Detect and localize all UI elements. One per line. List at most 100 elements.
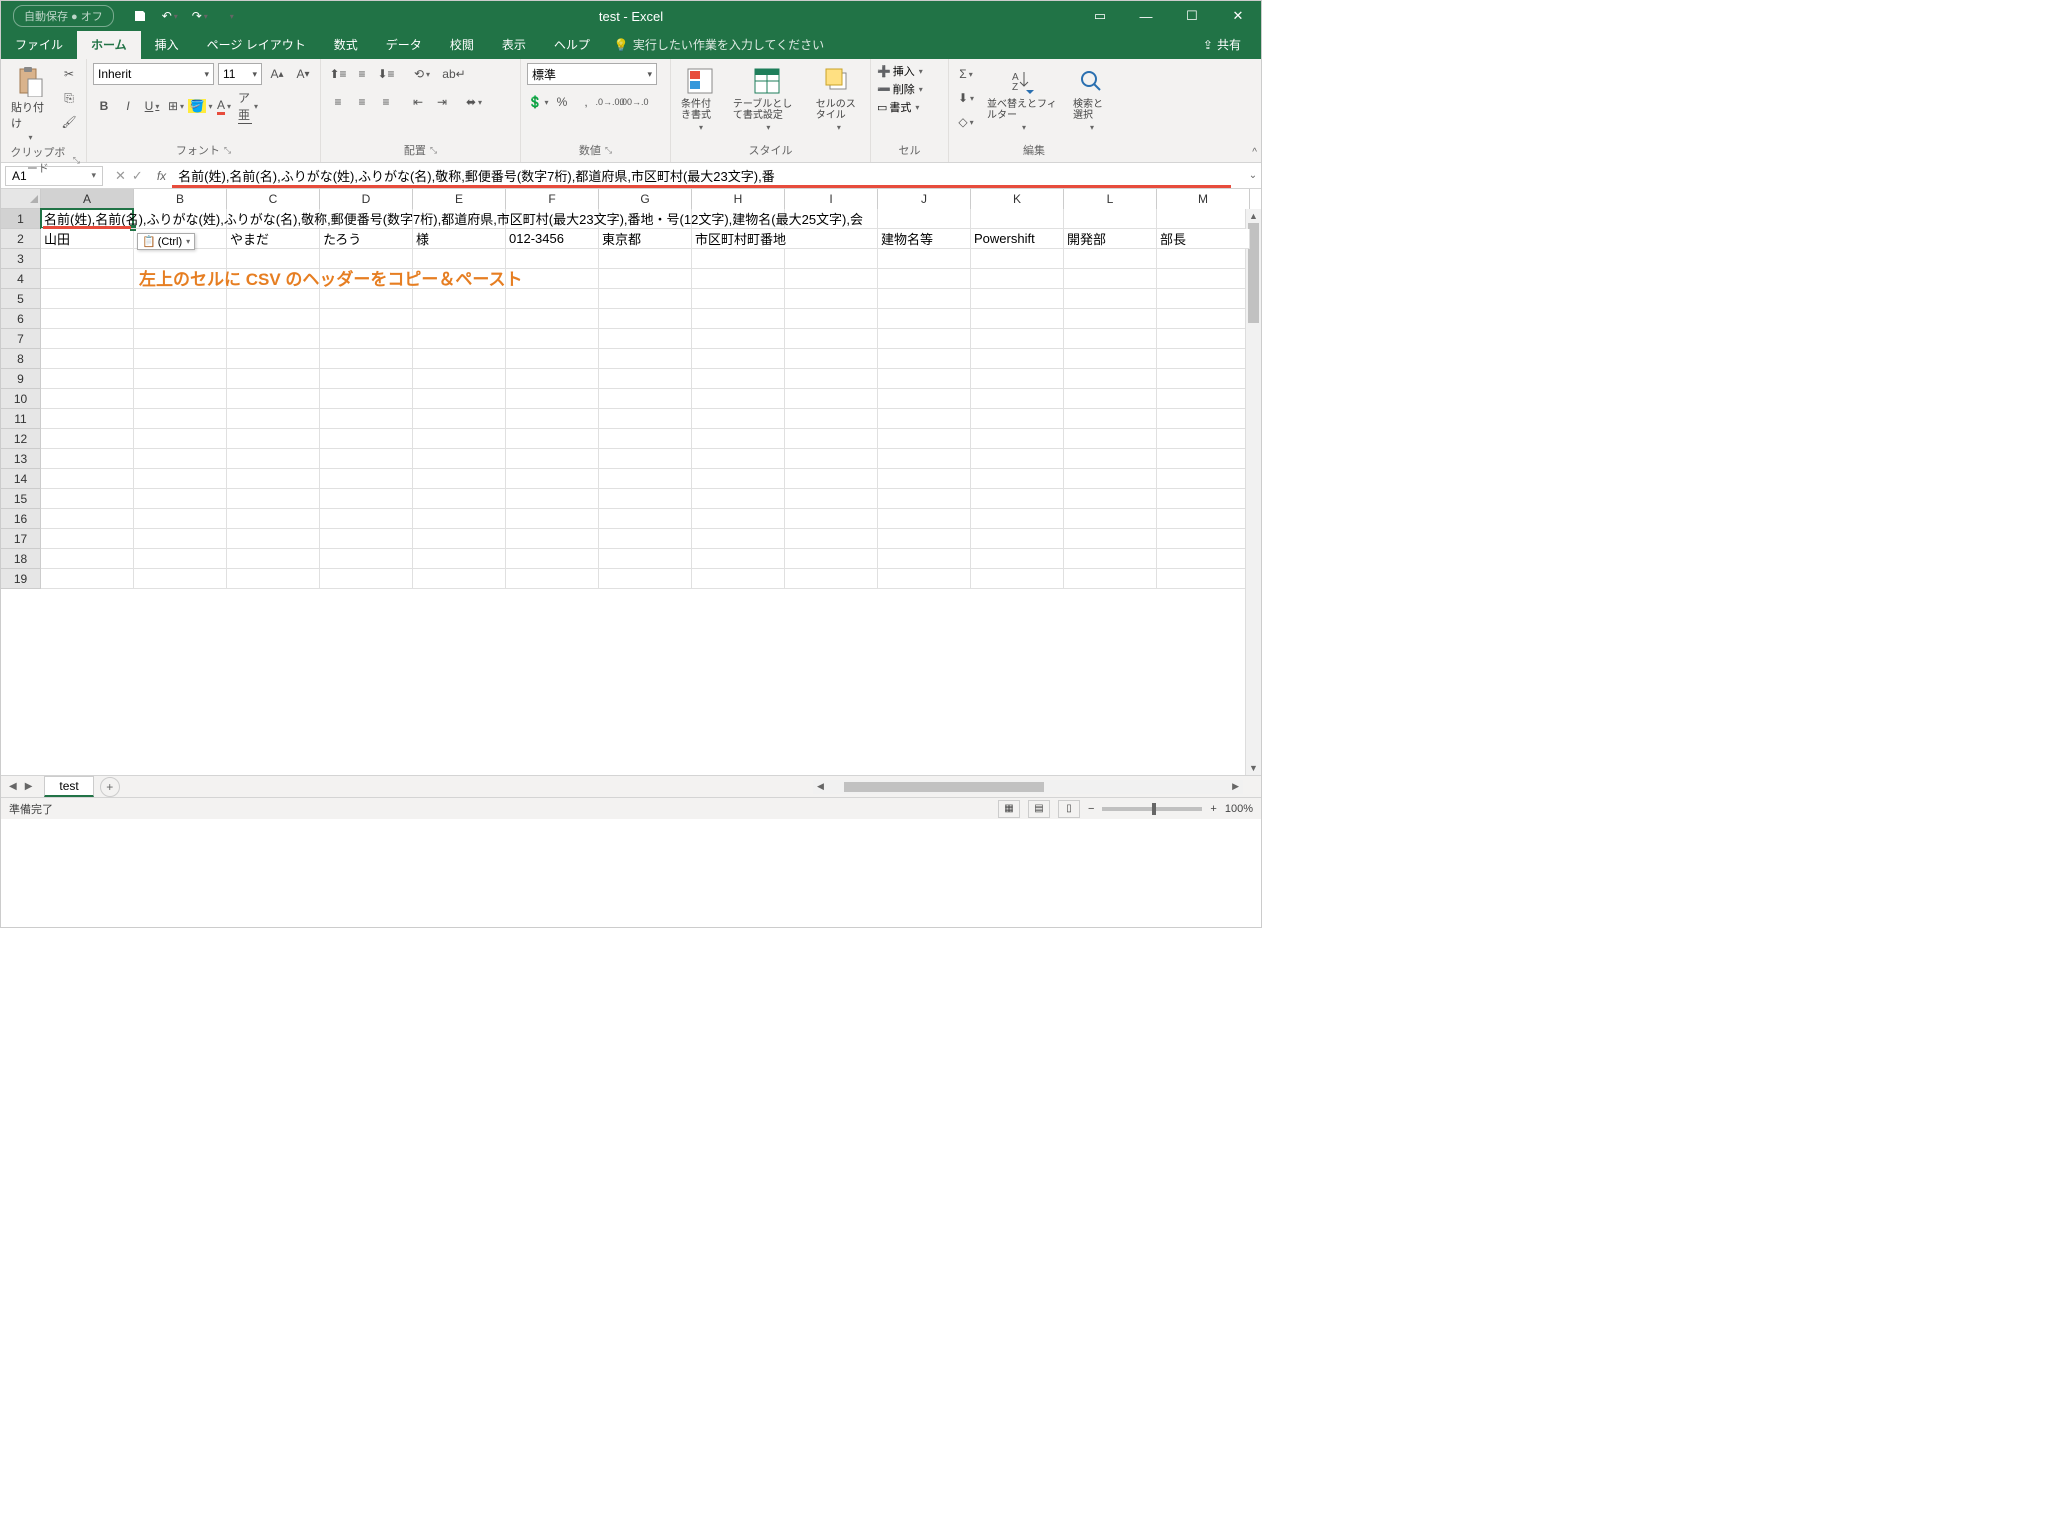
cell[interactable] <box>878 249 971 269</box>
cell[interactable] <box>1064 429 1157 449</box>
column-header-A[interactable]: A <box>41 189 134 209</box>
column-header-B[interactable]: B <box>134 189 227 209</box>
decrease-indent-icon[interactable]: ⇤ <box>407 91 429 113</box>
zoom-out-icon[interactable]: − <box>1088 803 1094 815</box>
column-header-J[interactable]: J <box>878 189 971 209</box>
cell[interactable] <box>134 509 227 529</box>
cell[interactable] <box>692 269 785 289</box>
normal-view-icon[interactable]: ▦ <box>998 800 1020 818</box>
cell[interactable] <box>1157 329 1250 349</box>
cell[interactable] <box>971 249 1064 269</box>
phonetic-guide-button[interactable]: ア亜▾ <box>237 95 259 117</box>
cell[interactable] <box>692 449 785 469</box>
insert-function-icon[interactable]: fx <box>157 169 166 183</box>
ribbon-display-icon[interactable]: ▭ <box>1077 1 1123 31</box>
cell-C2[interactable]: やまだ <box>227 229 320 249</box>
cell[interactable] <box>878 469 971 489</box>
cell[interactable] <box>227 369 320 389</box>
increase-indent-icon[interactable]: ⇥ <box>431 91 453 113</box>
undo-icon[interactable]: ↶▾ <box>162 8 178 24</box>
cell[interactable] <box>971 529 1064 549</box>
cell[interactable] <box>413 549 506 569</box>
cell[interactable] <box>134 289 227 309</box>
cell[interactable] <box>41 309 134 329</box>
cell[interactable] <box>971 409 1064 429</box>
cell[interactable] <box>320 289 413 309</box>
cell[interactable] <box>692 569 785 589</box>
tab-review[interactable]: 校閲 <box>436 30 488 59</box>
maximize-icon[interactable]: ☐ <box>1169 1 1215 31</box>
align-bottom-icon[interactable]: ⬇≡ <box>375 63 397 85</box>
cell[interactable] <box>41 349 134 369</box>
save-icon[interactable] <box>132 8 148 24</box>
cell[interactable] <box>785 289 878 309</box>
cell[interactable] <box>599 489 692 509</box>
cell[interactable] <box>878 409 971 429</box>
cell[interactable] <box>1064 549 1157 569</box>
cell[interactable] <box>320 469 413 489</box>
find-select-button[interactable]: 検索と選択▾ <box>1069 63 1113 134</box>
cell[interactable] <box>785 489 878 509</box>
cell[interactable] <box>971 349 1064 369</box>
cell[interactable] <box>134 409 227 429</box>
format-as-table-button[interactable]: テーブルとして書式設定▾ <box>729 63 806 134</box>
cell[interactable] <box>41 329 134 349</box>
cell[interactable] <box>320 449 413 469</box>
cell[interactable] <box>506 389 599 409</box>
autosum-icon[interactable]: Σ▾ <box>955 63 977 85</box>
row-header-14[interactable]: 14 <box>1 469 41 489</box>
cell[interactable] <box>320 309 413 329</box>
cell[interactable] <box>971 289 1064 309</box>
cell[interactable] <box>599 289 692 309</box>
align-right-icon[interactable]: ≡ <box>375 91 397 113</box>
column-header-F[interactable]: F <box>506 189 599 209</box>
cell[interactable] <box>41 509 134 529</box>
cell[interactable] <box>878 269 971 289</box>
align-middle-icon[interactable]: ≡ <box>351 63 373 85</box>
accounting-format-icon[interactable]: 💲▾ <box>527 91 549 113</box>
cell-E2[interactable]: 様 <box>413 229 506 249</box>
increase-font-icon[interactable]: A▴ <box>266 63 288 85</box>
cell[interactable] <box>41 489 134 509</box>
cell[interactable] <box>413 389 506 409</box>
vertical-scrollbar[interactable]: ▲ ▼ <box>1245 209 1261 775</box>
cell[interactable] <box>1064 249 1157 269</box>
cell[interactable] <box>413 289 506 309</box>
cell[interactable] <box>1064 449 1157 469</box>
paste-button[interactable]: 貼り付け ▾ <box>7 63 52 144</box>
cell[interactable] <box>1064 569 1157 589</box>
row-header-11[interactable]: 11 <box>1 409 41 429</box>
cell[interactable] <box>1157 349 1250 369</box>
cell[interactable] <box>1064 269 1157 289</box>
cell[interactable] <box>506 409 599 429</box>
column-header-I[interactable]: I <box>785 189 878 209</box>
cell[interactable] <box>692 549 785 569</box>
cell[interactable] <box>506 349 599 369</box>
cell[interactable] <box>320 429 413 449</box>
row-header-15[interactable]: 15 <box>1 489 41 509</box>
cell[interactable] <box>413 309 506 329</box>
cell[interactable] <box>227 449 320 469</box>
cell[interactable] <box>506 329 599 349</box>
cell[interactable] <box>1064 309 1157 329</box>
row-header-5[interactable]: 5 <box>1 289 41 309</box>
cell[interactable] <box>320 509 413 529</box>
cell[interactable] <box>506 309 599 329</box>
row-header-9[interactable]: 9 <box>1 369 41 389</box>
tab-formulas[interactable]: 数式 <box>320 30 372 59</box>
cell[interactable] <box>785 449 878 469</box>
cell[interactable] <box>413 569 506 589</box>
cell[interactable] <box>134 489 227 509</box>
cell[interactable] <box>878 569 971 589</box>
cell[interactable] <box>1064 349 1157 369</box>
cell[interactable] <box>971 429 1064 449</box>
cut-icon[interactable]: ✂ <box>58 63 80 85</box>
column-header-C[interactable]: C <box>227 189 320 209</box>
cell[interactable] <box>599 469 692 489</box>
cell[interactable] <box>785 329 878 349</box>
cell[interactable] <box>785 249 878 269</box>
cell[interactable] <box>227 529 320 549</box>
autosave-toggle[interactable]: 自動保存 ● オフ <box>13 5 114 27</box>
cell[interactable] <box>971 369 1064 389</box>
cell[interactable] <box>41 409 134 429</box>
